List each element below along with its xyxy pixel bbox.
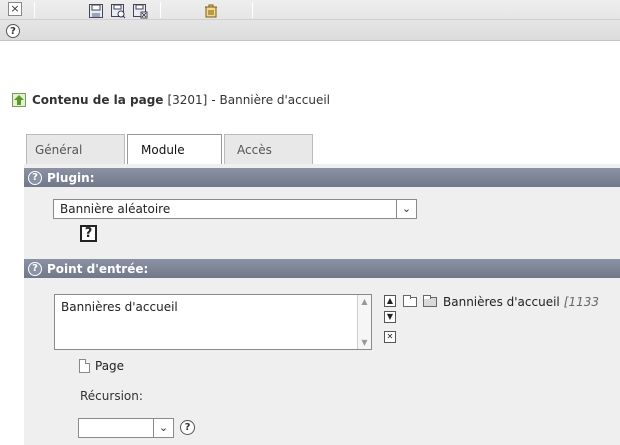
save-icon[interactable] <box>88 3 104 19</box>
help-icon[interactable]: ? <box>28 261 42 276</box>
scroll-up-icon[interactable]: ▲ <box>358 295 371 308</box>
folder-label[interactable]: Bannières d'accueil <box>443 295 560 309</box>
help-icon[interactable]: ? <box>28 170 42 185</box>
move-down-button[interactable]: ▼ <box>384 311 396 323</box>
tab-general[interactable]: Général <box>26 134 125 164</box>
chevron-down-icon[interactable]: ⌄ <box>153 419 173 437</box>
page-uid: [3201] <box>167 93 208 107</box>
page-content-icon[interactable] <box>12 93 26 107</box>
save-and-close-icon[interactable] <box>132 3 148 19</box>
close-button[interactable]: × <box>8 2 22 16</box>
folder-browse-icon[interactable] <box>403 295 417 307</box>
plugin-select[interactable]: Bannière aléatoire ⌄ <box>53 199 417 219</box>
toolbar-buttons-row: × <box>0 0 620 20</box>
page-title: Contenu de la page <box>32 93 164 107</box>
tab-module[interactable]: Module <box>127 134 222 165</box>
page-link-label[interactable]: Page <box>95 359 124 373</box>
folder-uid: [1133 <box>563 295 599 309</box>
page-icon <box>79 359 90 373</box>
help-icon[interactable]: ? <box>180 420 195 435</box>
section-plugin: ? Plugin: <box>24 168 620 187</box>
remove-button[interactable]: ✕ <box>384 331 396 343</box>
toolbar-separator <box>34 2 35 18</box>
recursion-label: Récursion: <box>80 389 143 403</box>
help-icon[interactable]: ? <box>6 24 20 38</box>
folder-selector[interactable]: Bannières d'accueil [1133 <box>403 295 599 309</box>
list-item[interactable]: Bannières d'accueil <box>55 295 371 319</box>
chevron-down-icon[interactable]: ⌄ <box>396 200 416 218</box>
page-browse-link[interactable]: Page <box>79 359 124 373</box>
toolbar-separator <box>160 2 161 18</box>
folder-icon <box>423 295 437 307</box>
section-entry-point-label: Point d'entrée: <box>47 261 149 276</box>
save-and-view-icon[interactable] <box>110 3 126 19</box>
doc-toolbar: × ? <box>0 0 620 41</box>
section-plugin-label: Plugin: <box>47 170 95 185</box>
move-up-button[interactable]: ▲ <box>384 295 396 307</box>
entry-point-listbox[interactable]: Bannières d'accueil ▲ ▼ <box>54 294 372 350</box>
scroll-down-icon[interactable]: ▼ <box>358 336 371 349</box>
page-subtitle: - Bannière d'accueil <box>211 93 331 107</box>
tab-bar: Général Module Accès <box>26 134 315 165</box>
page-header: Contenu de la page [3201] - Bannière d'a… <box>12 93 330 107</box>
section-entry-point: ? Point d'entrée: <box>24 259 620 278</box>
plugin-select-value: Bannière aléatoire <box>60 202 171 216</box>
delete-icon[interactable] <box>203 3 219 19</box>
plugin-help-icon[interactable]: ? <box>80 225 97 242</box>
tab-acces[interactable]: Accès <box>224 134 313 164</box>
recursion-select[interactable]: ⌄ <box>78 418 174 438</box>
scrollbar[interactable]: ▲ ▼ <box>357 295 371 349</box>
toolbar-separator <box>252 2 253 18</box>
